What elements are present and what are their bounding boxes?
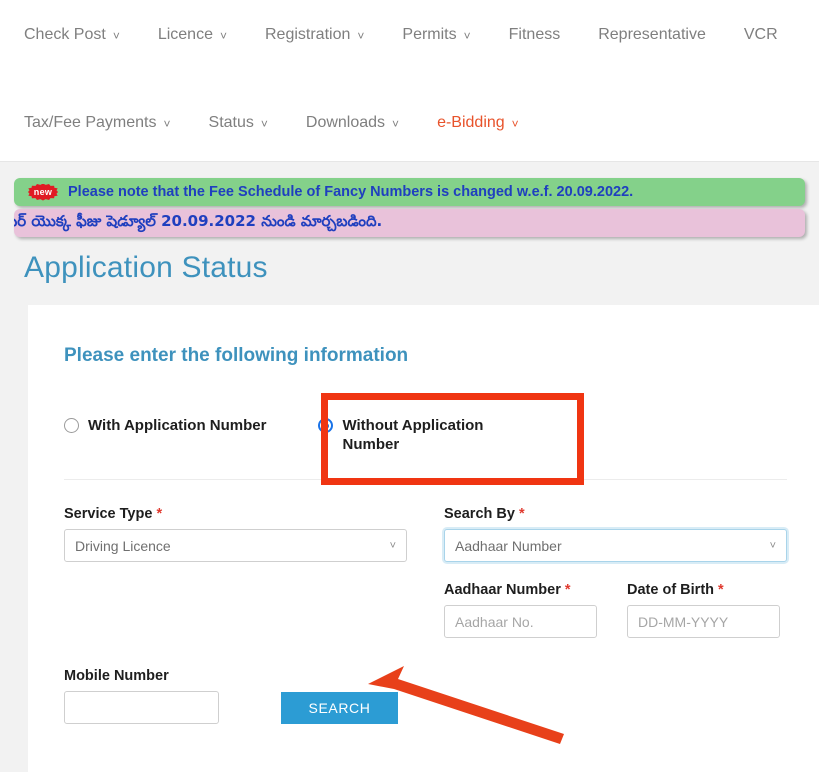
search-by-label-text: Search By <box>444 506 515 522</box>
search-by-value: Aadhaar Number <box>455 537 562 554</box>
nav-row-primary: Check Post ˅ Licence ˅ Registration ˅ Pe… <box>24 22 816 48</box>
date-of-birth-label-text: Date of Birth <box>627 582 714 598</box>
announcement-banners: new Please note that the Fee Schedule of… <box>0 162 819 237</box>
announcement-banner-english: new Please note that the Fee Schedule of… <box>14 178 805 206</box>
nav-item-check-post[interactable]: Check Post ˅ <box>24 22 120 48</box>
nav-item-label: Check Post <box>24 26 106 43</box>
chevron-down-icon: ˅ <box>163 117 171 131</box>
chevron-down-icon: ˅ <box>389 539 396 552</box>
nav-item-label: Licence <box>157 26 213 43</box>
form-heading: Please enter the following information <box>64 345 409 366</box>
announcement-text-english: Please note that the Fee Schedule of Fan… <box>68 184 634 200</box>
mobile-number-label: Mobile Number <box>64 668 169 684</box>
radio-icon-unchecked[interactable] <box>64 418 79 433</box>
submit-row: Mobile Number SEARCH <box>64 668 787 724</box>
search-by-label: Search By * <box>444 506 810 522</box>
mobile-number-group: Mobile Number <box>64 668 251 724</box>
aadhaar-number-label-text: Aadhaar Number <box>444 582 561 598</box>
chevron-down-icon: ˅ <box>260 117 268 131</box>
chevron-down-icon: ˅ <box>463 29 471 43</box>
nav-item-status[interactable]: Status ˅ <box>209 110 268 136</box>
nav-item-tax-fee-payments[interactable]: Tax/Fee Payments ˅ <box>24 110 171 136</box>
search-by-select[interactable]: Aadhaar Number ˅ <box>444 529 787 562</box>
application-number-radio-group: With Application Number Without Applicat… <box>64 393 787 485</box>
nav-item-label: Registration <box>265 26 351 43</box>
required-asterisk: * <box>718 582 724 598</box>
chevron-down-icon: ˅ <box>219 29 227 43</box>
nav-item-label: Permits <box>402 26 457 43</box>
announcement-banner-telugu: బర్ యొక్క ఫీజు షెడ్యూల్ 20.09.2022 నుండి… <box>14 209 805 237</box>
service-type-value: Driving Licence <box>75 537 171 554</box>
nav-row-secondary: Tax/Fee Payments ˅ Status ˅ Downloads ˅ … <box>24 110 557 136</box>
form-card: Please enter the following information W… <box>28 305 819 772</box>
search-criteria-fields: Aadhaar Number * Date of Birth * <box>444 582 810 638</box>
page-title: Application Status <box>24 251 268 284</box>
section-divider <box>64 479 787 480</box>
date-of-birth-group: Date of Birth * <box>627 582 780 638</box>
nav-item-label: Status <box>208 114 254 131</box>
nav-item-licence[interactable]: Licence ˅ <box>158 22 227 48</box>
aadhaar-number-label: Aadhaar Number * <box>444 582 597 598</box>
radio-with-application-number[interactable]: With Application Number <box>64 416 266 435</box>
announcement-text-telugu: బర్ యొక్క ఫీజు షెడ్యూల్ 20.09.2022 నుండి… <box>14 212 383 230</box>
nav-item-label: Tax/Fee Payments <box>24 114 157 131</box>
required-asterisk: * <box>156 506 163 522</box>
radio-icon-checked[interactable] <box>318 418 334 433</box>
nav-item-label: Representative <box>598 26 706 43</box>
form-column-right: Search By * Aadhaar Number ˅ Aadhaar Num… <box>444 506 810 638</box>
aadhaar-number-group: Aadhaar Number * <box>444 582 597 638</box>
chevron-down-icon: ˅ <box>357 29 365 43</box>
new-badge-label: new <box>33 187 53 197</box>
nav-item-e-bidding[interactable]: e-Bidding ˅ <box>437 110 519 136</box>
chevron-down-icon: ˅ <box>769 539 776 552</box>
aadhaar-number-input[interactable] <box>444 605 597 638</box>
nav-item-permits[interactable]: Permits ˅ <box>402 22 470 48</box>
form-column-left: Service Type * Driving Licence ˅ <box>64 506 444 638</box>
date-of-birth-input[interactable] <box>627 605 780 638</box>
service-type-label-text: Service Type <box>64 506 153 522</box>
required-asterisk: * <box>564 582 571 598</box>
nav-item-label: VCR <box>743 26 778 43</box>
nav-item-label: Downloads <box>305 114 386 131</box>
radio-without-application-number[interactable]: Without Application Number <box>318 416 522 454</box>
nav-item-label: Fitness <box>508 26 561 43</box>
required-asterisk: * <box>518 506 525 522</box>
chevron-down-icon: ˅ <box>392 117 400 131</box>
nav-item-vcr[interactable]: VCR <box>744 22 778 48</box>
nav-item-representative[interactable]: Representative <box>598 22 706 48</box>
chevron-down-icon: ˅ <box>511 117 519 131</box>
form-fields: Service Type * Driving Licence ˅ Search … <box>64 506 787 638</box>
date-of-birth-label: Date of Birth * <box>627 582 780 598</box>
nav-item-label: e-Bidding <box>437 114 505 131</box>
search-button[interactable]: SEARCH <box>281 692 398 724</box>
service-type-label: Service Type * <box>64 506 444 522</box>
chevron-down-icon: ˅ <box>112 29 120 43</box>
mobile-number-input[interactable] <box>64 691 219 724</box>
form-card-inner: Please enter the following information W… <box>28 305 819 724</box>
service-type-select[interactable]: Driving Licence ˅ <box>64 529 407 562</box>
radio-label: With Application Number <box>88 417 267 434</box>
nav-item-registration[interactable]: Registration ˅ <box>265 22 364 48</box>
top-navigation: Check Post ˅ Licence ˅ Registration ˅ Pe… <box>0 0 819 162</box>
nav-item-fitness[interactable]: Fitness <box>509 22 561 48</box>
radio-label: Without Application Number <box>342 417 484 453</box>
new-badge-icon: new <box>28 183 58 201</box>
nav-item-downloads[interactable]: Downloads ˅ <box>306 110 399 136</box>
